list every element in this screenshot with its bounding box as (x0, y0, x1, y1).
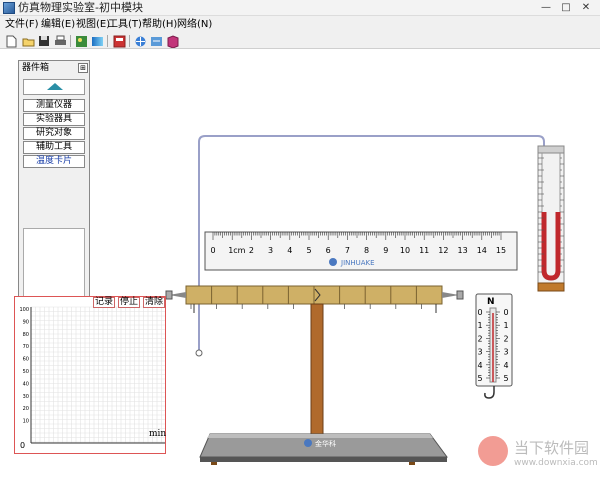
scale-label-right: 2 (503, 334, 508, 343)
stop-button[interactable]: 停止 (118, 297, 140, 308)
scale-label-left: 1 (477, 321, 482, 330)
base-logo-icon (304, 439, 312, 447)
component-box-panel: 器件箱 ⊞ 测量仪器 实验器具 研究对象 辅助工具 温度卡片 (18, 60, 90, 304)
scroll-up-button[interactable] (23, 79, 85, 95)
graph-plot: 100 90 80 70 60 50 40 30 20 10 0 min (19, 306, 166, 450)
ruler-label: 12 (438, 246, 448, 255)
scale-hook-icon (484, 386, 495, 399)
category-measuring-instruments[interactable]: 测量仪器 (23, 99, 85, 112)
component-list[interactable] (23, 228, 85, 301)
scale-label-right: 0 (503, 308, 508, 317)
ruler-label: 3 (268, 246, 273, 255)
ruler-label: 5 (306, 246, 311, 255)
pin-icon[interactable]: ⊞ (78, 63, 88, 73)
scale-label-right: 5 (503, 374, 508, 383)
ruler-label: 2 (249, 246, 254, 255)
ruler-label: 15 (496, 246, 506, 255)
category-research-objects[interactable]: 研究对象 (23, 127, 85, 140)
clear-button[interactable]: 清除 (143, 297, 165, 308)
spring-scale[interactable]: N 0 1 2 3 4 5 0 1 2 3 4 5 (475, 293, 513, 399)
watermark-name: 当下软件园 (514, 439, 590, 457)
ruler-label: 4 (287, 246, 292, 255)
category-auxiliary-tools[interactable]: 辅助工具 (23, 141, 85, 154)
up-arrow-icon (47, 83, 63, 90)
wire-end-icon (195, 349, 203, 357)
graph-origin: 0 (20, 441, 25, 450)
watermark-logo-icon (478, 436, 508, 466)
graph-y-tick: 40 (23, 381, 29, 387)
graph-y-tick: 30 (23, 394, 29, 400)
component-box-title: 器件箱 (22, 63, 50, 73)
ruler-label: 0 (210, 246, 215, 255)
graph-y-tick: 60 (23, 357, 29, 363)
graph-x-unit: min (149, 429, 166, 439)
watermark: 当下软件园 www.downxia.com (478, 434, 598, 474)
category-lab-equipment[interactable]: 实验器具 (23, 113, 85, 126)
graph-y-tick: 50 (23, 369, 29, 375)
ruler-brand: JINHUAKE (340, 259, 375, 267)
scale-label-left: 2 (477, 334, 482, 343)
base-brand: 金华科 (315, 439, 336, 448)
scale-label-left: 5 (477, 374, 482, 383)
scale-label-left: 3 (477, 348, 482, 357)
graph-y-tick: 70 (23, 344, 29, 350)
liquid-thermometer[interactable] (537, 145, 565, 292)
ruler-label: 8 (364, 246, 369, 255)
scale-label-right: 3 (503, 348, 508, 357)
scale-label-left: 0 (477, 308, 482, 317)
ruler-label: 6 (326, 246, 331, 255)
ruler-label: 7 (345, 246, 350, 255)
ruler-label: 9 (383, 246, 388, 255)
ruler-label: 10 (400, 246, 410, 255)
category-temperature-card[interactable]: 温度卡片 (23, 155, 85, 168)
scale-unit: N (487, 297, 495, 307)
ruler-label: 1cm (228, 246, 245, 255)
scale-label-left: 4 (477, 361, 482, 370)
graph-y-tick: 20 (23, 406, 29, 412)
record-button[interactable]: 记录 (93, 297, 115, 308)
ruler-label: 11 (419, 246, 429, 255)
graph-y-tick: 10 (23, 419, 29, 425)
temperature-graph-card[interactable]: 100 90 80 70 60 50 40 30 20 10 0 min 记录 停止 清除 (14, 296, 166, 454)
ruler-label: 13 (458, 246, 468, 255)
graph-y-tick: 100 (19, 307, 29, 313)
graph-y-tick: 90 (23, 319, 29, 325)
iron-stand[interactable]: 金华科 (199, 303, 448, 465)
ruler[interactable]: 0 1cm 2 3 4 5 6 7 8 9 10 11 12 13 14 15 JINHUAKE (204, 231, 518, 271)
scale-label-right: 1 (503, 321, 508, 330)
brand-logo-icon (329, 258, 337, 266)
scale-label-right: 4 (503, 361, 508, 370)
ruler-label: 14 (477, 246, 487, 255)
watermark-url: www.downxia.com (514, 458, 598, 468)
graph-y-tick: 80 (23, 332, 29, 338)
